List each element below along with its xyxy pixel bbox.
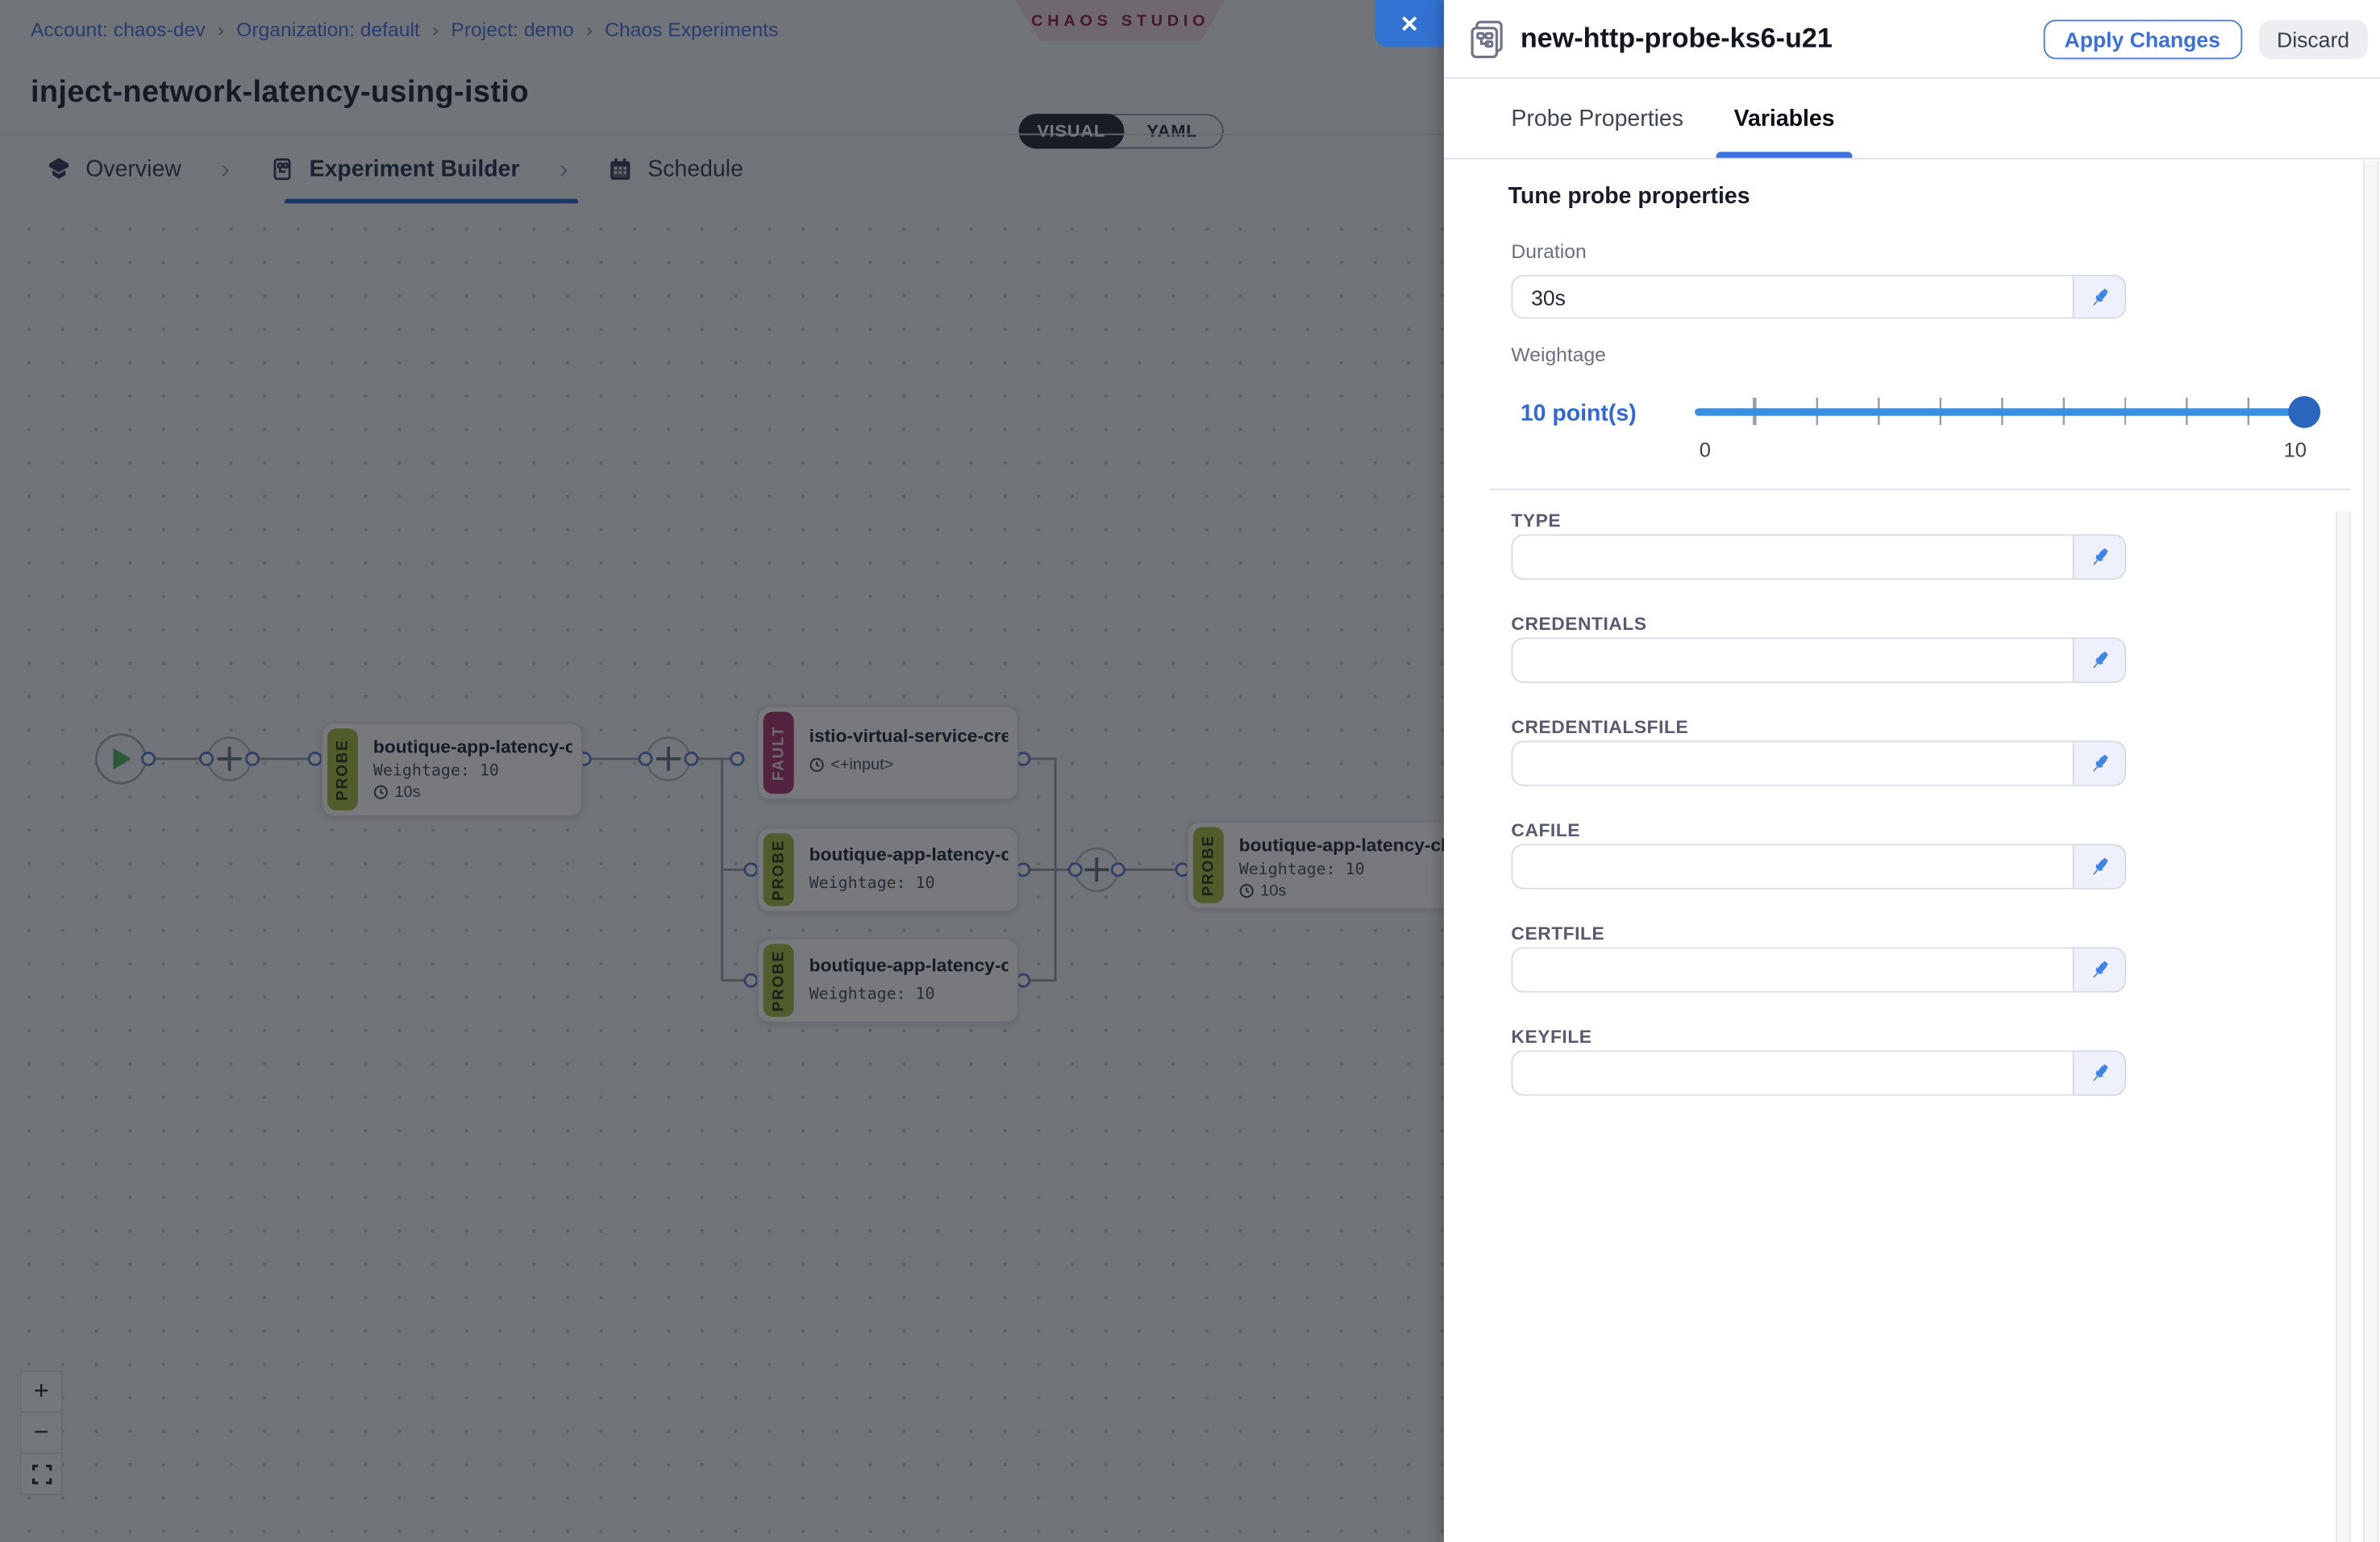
field-row-keyfile: [1511, 1050, 2126, 1095]
experiment-builder-page: Account: chaos-dev › Organization: defau…: [0, 0, 1444, 1542]
credentialsfile-input[interactable]: [1511, 740, 2072, 786]
pin-icon: [2087, 957, 2112, 981]
panel-scrollbar[interactable]: [2363, 160, 2378, 1542]
field-label-credentials: CREDENTIALS: [1511, 613, 1646, 634]
weightage-value: 10 point(s): [1521, 401, 1637, 427]
field-row-cafile: [1511, 844, 2126, 889]
section-divider: [1490, 489, 2349, 490]
discard-button[interactable]: Discard: [2258, 19, 2368, 59]
slider-min-label: 0: [1700, 439, 1711, 461]
pin-credentialsfile-button[interactable]: [2073, 740, 2126, 786]
pin-duration-button[interactable]: [2073, 275, 2126, 319]
weightage-label: Weightage: [1511, 343, 1605, 365]
slider-track[interactable]: [1695, 407, 2312, 415]
pin-icon: [2087, 285, 2112, 309]
variables-scrollbar[interactable]: [2336, 511, 2351, 1542]
pin-keyfile-button[interactable]: [2073, 1050, 2126, 1095]
keyfile-input[interactable]: [1511, 1050, 2072, 1095]
field-label-type: TYPE: [1511, 510, 1561, 531]
probe-name: new-http-probe-ks6-u21: [1521, 23, 2043, 55]
field-label-cafile: CAFILE: [1511, 819, 1580, 840]
duration-input[interactable]: [1511, 275, 2072, 319]
duration-field-row: [1511, 275, 2126, 319]
tab-variables[interactable]: Variables: [1734, 79, 1835, 158]
field-row-credentials: [1511, 637, 2126, 682]
field-row-type: [1511, 534, 2126, 579]
pin-type-button[interactable]: [2073, 534, 2126, 579]
pin-certfile-button[interactable]: [2073, 947, 2126, 992]
tab-probe-properties[interactable]: Probe Properties: [1511, 79, 1683, 158]
credentials-input[interactable]: [1511, 637, 2072, 682]
field-label-keyfile: KEYFILE: [1511, 1026, 1592, 1047]
pin-credentials-button[interactable]: [2073, 637, 2126, 682]
pin-icon: [2087, 545, 2112, 569]
slider-thumb[interactable]: [2288, 395, 2320, 427]
duration-label: Duration: [1511, 240, 1586, 262]
field-label-credentialsfile: CREDENTIALSFILE: [1511, 716, 1688, 737]
panel-tabs: Probe Properties Variables: [1444, 79, 2380, 160]
pin-icon: [2087, 648, 2112, 673]
section-title: Tune probe properties: [1508, 184, 1750, 210]
field-row-certfile: [1511, 947, 2126, 992]
certfile-input[interactable]: [1511, 947, 2072, 992]
chaos-studio-app: Account: chaos-dev › Organization: defau…: [0, 0, 2380, 1542]
slider-max-label: 10: [2284, 439, 2307, 461]
modal-dim-overlay: [0, 0, 1444, 1542]
close-panel-button[interactable]: ✕: [1375, 0, 1444, 47]
weightage-slider[interactable]: [1695, 392, 2312, 431]
pin-cafile-button[interactable]: [2073, 844, 2126, 889]
probe-icon: [1468, 19, 1505, 59]
panel-header: new-http-probe-ks6-u21 Apply Changes Dis…: [1444, 0, 2380, 79]
pin-icon: [2087, 752, 2112, 776]
field-label-certfile: CERTFILE: [1511, 923, 1604, 944]
pin-icon: [2087, 855, 2112, 879]
field-row-credentialsfile: [1511, 740, 2126, 786]
probe-config-panel: new-http-probe-ks6-u21 Apply Changes Dis…: [1444, 0, 2380, 1542]
pin-icon: [2087, 1061, 2112, 1085]
apply-changes-button[interactable]: Apply Changes: [2043, 19, 2241, 59]
type-input[interactable]: [1511, 534, 2072, 579]
cafile-input[interactable]: [1511, 844, 2072, 889]
